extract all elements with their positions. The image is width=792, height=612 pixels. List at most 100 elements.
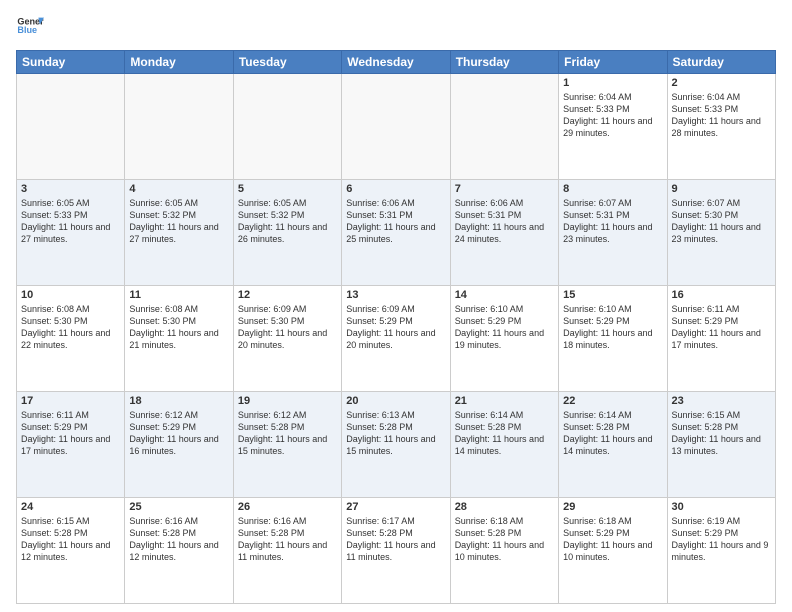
weekday-header-wednesday: Wednesday	[342, 51, 450, 74]
calendar-cell: 21 Sunrise: 6:14 AM Sunset: 5:28 PM Dayli…	[450, 392, 558, 498]
calendar-cell: 15 Sunrise: 6:10 AM Sunset: 5:29 PM Dayli…	[559, 286, 667, 392]
day-number: 3	[21, 183, 120, 195]
day-number: 2	[672, 77, 771, 89]
page: General Blue SundayMondayTuesdayWednesda…	[0, 0, 792, 612]
weekday-header-sunday: Sunday	[17, 51, 125, 74]
week-row-5: 24 Sunrise: 6:15 AM Sunset: 5:28 PM Dayli…	[17, 498, 776, 604]
day-number: 27	[346, 501, 445, 513]
calendar-cell: 2 Sunrise: 6:04 AM Sunset: 5:33 PM Daylig…	[667, 74, 775, 180]
calendar-cell: 4 Sunrise: 6:05 AM Sunset: 5:32 PM Daylig…	[125, 180, 233, 286]
day-number: 28	[455, 501, 554, 513]
day-number: 30	[672, 501, 771, 513]
day-info: Sunrise: 6:18 AM Sunset: 5:28 PM Dayligh…	[455, 515, 554, 564]
day-number: 8	[563, 183, 662, 195]
day-number: 5	[238, 183, 337, 195]
calendar-cell: 30 Sunrise: 6:19 AM Sunset: 5:29 PM Dayli…	[667, 498, 775, 604]
calendar-cell: 1Sunrise: 6:04 AM Sunset: 5:33 PM Daylig…	[559, 74, 667, 180]
day-info: Sunrise: 6:19 AM Sunset: 5:29 PM Dayligh…	[672, 515, 771, 564]
day-info: Sunrise: 6:12 AM Sunset: 5:28 PM Dayligh…	[238, 409, 337, 458]
day-info: Sunrise: 6:09 AM Sunset: 5:29 PM Dayligh…	[346, 303, 445, 352]
weekday-header-thursday: Thursday	[450, 51, 558, 74]
calendar-cell: 8 Sunrise: 6:07 AM Sunset: 5:31 PM Daylig…	[559, 180, 667, 286]
weekday-header-monday: Monday	[125, 51, 233, 74]
day-number: 18	[129, 395, 228, 407]
day-number: 1	[563, 77, 662, 89]
day-info: Sunrise: 6:06 AM Sunset: 5:31 PM Dayligh…	[455, 197, 554, 246]
weekday-header-row: SundayMondayTuesdayWednesdayThursdayFrid…	[17, 51, 776, 74]
calendar: SundayMondayTuesdayWednesdayThursdayFrid…	[16, 50, 776, 604]
week-row-1: 1 Sunrise: 6:04 AM Sunset: 5:33 PM Daylig…	[17, 74, 776, 180]
calendar-cell: 14 Sunrise: 6:10 AM Sunset: 5:29 PM Dayli…	[450, 286, 558, 392]
calendar-cell: 16Sunrise: 6:11 AM Sunset: 5:29 PM Dayli…	[667, 286, 775, 392]
day-number: 15	[563, 289, 662, 301]
logo: General Blue	[16, 12, 44, 42]
day-info: Sunrise: 6:10 AM Sunset: 5:29 PM Dayligh…	[455, 303, 554, 352]
calendar-cell: 22 Sunrise: 6:14 AM Sunset: 5:28 PM Dayli…	[559, 392, 667, 498]
calendar-cell: 3 Sunrise: 6:05 AM Sunset: 5:33 PM Daylig…	[17, 180, 125, 286]
day-number: 23	[672, 395, 771, 407]
calendar-cell: 20 Sunrise: 6:13 AM Sunset: 5:28 PM Dayli…	[342, 392, 450, 498]
day-info: Sunrise: 6:15 AM Sunset: 5:28 PM Dayligh…	[21, 515, 120, 564]
calendar-cell: 5 Sunrise: 6:05 AM Sunset: 5:32 PM Daylig…	[233, 180, 341, 286]
day-number: 9	[672, 183, 771, 195]
calendar-cell: 23 Sunrise: 6:15 AM Sunset: 5:28 PM Dayli…	[667, 392, 775, 498]
day-info: Sunrise: 6:05 AM Sunset: 5:32 PM Dayligh…	[129, 197, 228, 246]
day-info: Sunrise: 6:12 AM Sunset: 5:29 PM Dayligh…	[129, 409, 228, 458]
day-info: Sunrise: 6:05 AM Sunset: 5:33 PM Dayligh…	[21, 197, 120, 246]
day-number: 19	[238, 395, 337, 407]
day-info: Sunrise: 6:04 AM Sunset: 5:33 PM Dayligh…	[672, 91, 771, 140]
calendar-cell: 25 Sunrise: 6:16 AM Sunset: 5:28 PM Dayli…	[125, 498, 233, 604]
day-info: Sunrise: 6:14 AM Sunset: 5:28 PM Dayligh…	[563, 409, 662, 458]
day-info: Sunrise: 6:13 AM Sunset: 5:28 PM Dayligh…	[346, 409, 445, 458]
day-info: Sunrise: 6:05 AM Sunset: 5:32 PM Dayligh…	[238, 197, 337, 246]
day-info: Sunrise: 6:08 AM Sunset: 5:30 PM Dayligh…	[129, 303, 228, 352]
day-number: 24	[21, 501, 120, 513]
calendar-cell: 19 Sunrise: 6:12 AM Sunset: 5:28 PM Dayli…	[233, 392, 341, 498]
header: General Blue	[16, 12, 776, 42]
day-number: 14	[455, 289, 554, 301]
calendar-cell	[233, 74, 341, 180]
calendar-cell	[342, 74, 450, 180]
calendar-cell: 27 Sunrise: 6:17 AM Sunset: 5:28 PM Dayli…	[342, 498, 450, 604]
day-info: Sunrise: 6:06 AM Sunset: 5:31 PM Dayligh…	[346, 197, 445, 246]
day-info: Sunrise: 6:17 AM Sunset: 5:28 PM Dayligh…	[346, 515, 445, 564]
calendar-cell: 17 Sunrise: 6:11 AM Sunset: 5:29 PM Dayli…	[17, 392, 125, 498]
day-number: 12	[238, 289, 337, 301]
day-info: Sunrise: 6:11 AM Sunset: 5:29 PM Dayligh…	[672, 303, 771, 352]
day-number: 10	[21, 289, 120, 301]
calendar-cell: 26Sunrise: 6:16 AM Sunset: 5:28 PM Dayli…	[233, 498, 341, 604]
calendar-cell: 24 Sunrise: 6:15 AM Sunset: 5:28 PM Dayli…	[17, 498, 125, 604]
svg-text:Blue: Blue	[17, 25, 37, 35]
day-number: 6	[346, 183, 445, 195]
week-row-3: 10 Sunrise: 6:08 AM Sunset: 5:30 PM Dayli…	[17, 286, 776, 392]
day-number: 25	[129, 501, 228, 513]
day-info: Sunrise: 6:15 AM Sunset: 5:28 PM Dayligh…	[672, 409, 771, 458]
day-info: Sunrise: 6:10 AM Sunset: 5:29 PM Dayligh…	[563, 303, 662, 352]
day-number: 17	[21, 395, 120, 407]
calendar-cell: 18 Sunrise: 6:12 AM Sunset: 5:29 PM Dayli…	[125, 392, 233, 498]
weekday-header-saturday: Saturday	[667, 51, 775, 74]
day-number: 26	[238, 501, 337, 513]
day-info: Sunrise: 6:09 AM Sunset: 5:30 PM Dayligh…	[238, 303, 337, 352]
day-info: Sunrise: 6:14 AM Sunset: 5:28 PM Dayligh…	[455, 409, 554, 458]
day-number: 7	[455, 183, 554, 195]
day-info: Sunrise: 6:18 AM Sunset: 5:29 PM Dayligh…	[563, 515, 662, 564]
day-number: 4	[129, 183, 228, 195]
calendar-cell: 13 Sunrise: 6:09 AM Sunset: 5:29 PM Dayli…	[342, 286, 450, 392]
calendar-cell: 9 Sunrise: 6:07 AM Sunset: 5:30 PM Daylig…	[667, 180, 775, 286]
week-row-2: 3 Sunrise: 6:05 AM Sunset: 5:33 PM Daylig…	[17, 180, 776, 286]
day-number: 21	[455, 395, 554, 407]
day-number: 20	[346, 395, 445, 407]
day-info: Sunrise: 6:08 AM Sunset: 5:30 PM Dayligh…	[21, 303, 120, 352]
week-row-4: 17 Sunrise: 6:11 AM Sunset: 5:29 PM Dayli…	[17, 392, 776, 498]
day-number: 29	[563, 501, 662, 513]
day-number: 22	[563, 395, 662, 407]
day-info: Sunrise: 6:16 AM Sunset: 5:28 PM Dayligh…	[129, 515, 228, 564]
logo-icon: General Blue	[16, 12, 44, 40]
weekday-header-tuesday: Tuesday	[233, 51, 341, 74]
day-info: Sunrise: 6:07 AM Sunset: 5:30 PM Dayligh…	[672, 197, 771, 246]
calendar-cell: 12 Sunrise: 6:09 AM Sunset: 5:30 PM Dayli…	[233, 286, 341, 392]
day-info: Sunrise: 6:11 AM Sunset: 5:29 PM Dayligh…	[21, 409, 120, 458]
day-info: Sunrise: 6:07 AM Sunset: 5:31 PM Dayligh…	[563, 197, 662, 246]
day-number: 13	[346, 289, 445, 301]
